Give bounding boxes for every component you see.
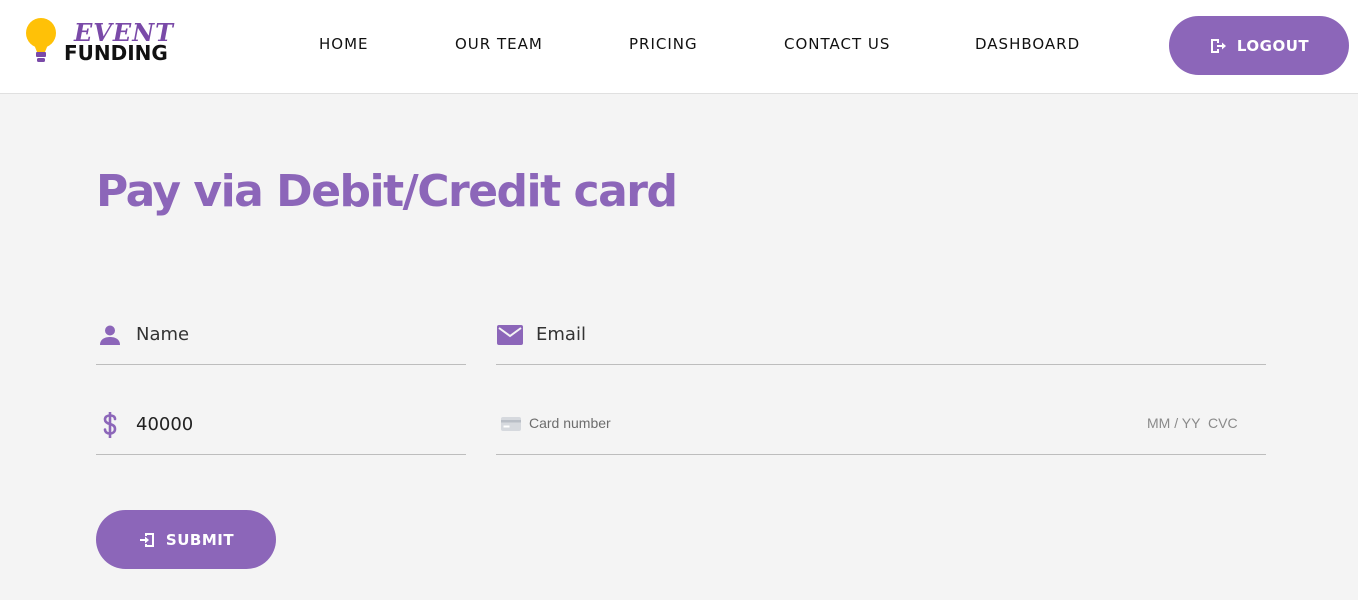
login-icon	[139, 532, 154, 547]
brand-line2: FUNDING	[64, 41, 168, 65]
name-field[interactable]	[96, 305, 466, 365]
nav-home[interactable]: HOME	[319, 35, 369, 53]
card-field[interactable]: Card number MM / YY CVC	[496, 395, 1266, 455]
dollar-icon	[96, 411, 124, 439]
submit-label: SUBMIT	[165, 530, 235, 549]
envelope-icon	[496, 321, 524, 349]
credit-card-icon	[501, 417, 521, 431]
email-field[interactable]	[496, 305, 1266, 365]
name-input[interactable]	[136, 324, 436, 345]
nav-pricing[interactable]: PRICING	[629, 35, 698, 53]
submit-button[interactable]: SUBMIT	[96, 510, 276, 569]
amount-input[interactable]	[136, 414, 436, 435]
nav-our-team[interactable]: OUR TEAM	[455, 35, 543, 53]
logout-label: LOGOUT	[1236, 36, 1310, 55]
amount-field[interactable]	[96, 395, 466, 455]
person-icon	[96, 321, 124, 349]
logo[interactable]: EVENT FUNDING	[24, 16, 174, 70]
card-cvc-input[interactable]: CVC	[1208, 415, 1238, 431]
card-expiry-input[interactable]: MM / YY	[1147, 415, 1200, 431]
lightbulb-icon	[26, 18, 56, 62]
page-title: Pay via Debit/Credit card	[96, 166, 678, 217]
nav-contact-us[interactable]: CONTACT US	[784, 35, 890, 53]
logout-button[interactable]: LOGOUT	[1169, 16, 1349, 75]
email-input[interactable]	[536, 324, 836, 345]
card-number-input[interactable]: Card number	[529, 415, 611, 431]
navbar: EVENT FUNDING HOME OUR TEAM PRICING CONT…	[0, 0, 1358, 94]
logout-icon	[1210, 38, 1226, 53]
nav-dashboard[interactable]: DASHBOARD	[975, 35, 1080, 53]
